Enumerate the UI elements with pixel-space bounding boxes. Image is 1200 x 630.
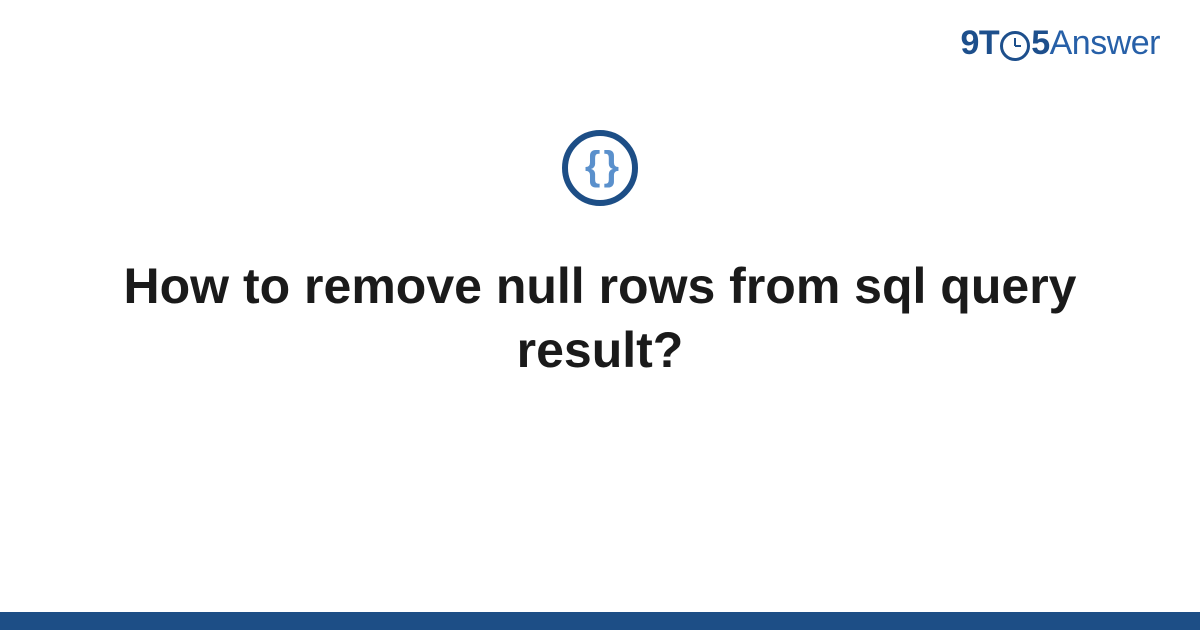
bottom-brand-bar xyxy=(0,612,1200,630)
logo-t: T xyxy=(979,24,999,63)
clock-icon xyxy=(1000,31,1030,61)
main-content: { } How to remove null rows from sql que… xyxy=(0,130,1200,382)
logo-nine: 9 xyxy=(961,24,979,63)
question-title: How to remove null rows from sql query r… xyxy=(100,254,1100,382)
category-code-icon: { } xyxy=(562,130,638,206)
logo-five: 5 xyxy=(1031,24,1049,63)
logo-answer: Answer xyxy=(1050,24,1160,63)
braces-icon: { } xyxy=(585,146,615,186)
site-logo: 9 T 5 Answer xyxy=(961,24,1161,63)
